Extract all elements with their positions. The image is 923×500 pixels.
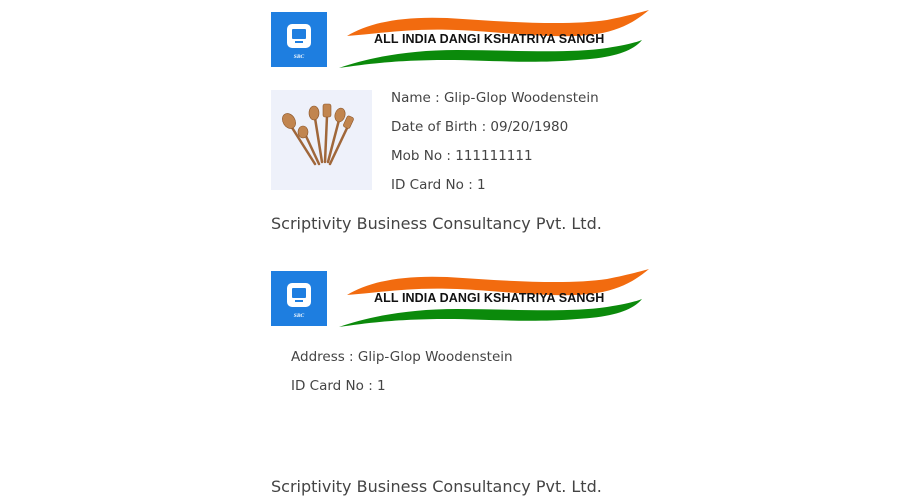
logo-text: SBC	[294, 54, 305, 60]
org-title: ALL INDIA DANGI KSHATRIYA SANGH	[374, 291, 605, 305]
company-name: Scriptivity Business Consultancy Pvt. Lt…	[271, 214, 602, 233]
logo-text: SBC	[294, 313, 305, 319]
member-address: Address : Glip-Glop Woodenstein	[291, 349, 513, 365]
sbc-logo: SBC	[271, 12, 327, 67]
monitor-icon: SBC	[287, 24, 311, 60]
member-id-card: ID Card No : 1	[291, 378, 386, 394]
member-details: Name : Glip-Glop Woodenstein Date of Bir…	[271, 90, 651, 193]
member-dob: Date of Birth : 09/20/1980	[391, 119, 569, 135]
id-card-front: SBC ALL INDIA DANGI KSHATRIYA SANGH Name…	[271, 10, 651, 233]
card-header: SBC ALL INDIA DANGI KSHATRIYA SANGH	[271, 269, 651, 329]
member-name: Name : Glip-Glop Woodenstein	[391, 90, 599, 106]
member-photo	[271, 90, 372, 190]
wooden-spoons-icon	[282, 103, 354, 166]
sbc-logo: SBC	[271, 271, 327, 326]
member-mobile: Mob No : 111111111	[391, 148, 533, 164]
card-header: SBC ALL INDIA DANGI KSHATRIYA SANGH	[271, 10, 651, 70]
org-title: ALL INDIA DANGI KSHATRIYA SANGH	[374, 32, 605, 46]
member-id-card: ID Card No : 1	[391, 177, 486, 193]
monitor-icon: SBC	[287, 283, 311, 319]
member-info: Name : Glip-Glop Woodenstein Date of Bir…	[391, 90, 599, 206]
company-name: Scriptivity Business Consultancy Pvt. Lt…	[271, 477, 602, 496]
id-card-page: SBC ALL INDIA DANGI KSHATRIYA SANGH Name…	[0, 0, 923, 500]
member-back-info: Address : Glip-Glop Woodenstein ID Card …	[291, 349, 513, 407]
id-card-back: SBC ALL INDIA DANGI KSHATRIYA SANGH Addr…	[271, 269, 651, 496]
